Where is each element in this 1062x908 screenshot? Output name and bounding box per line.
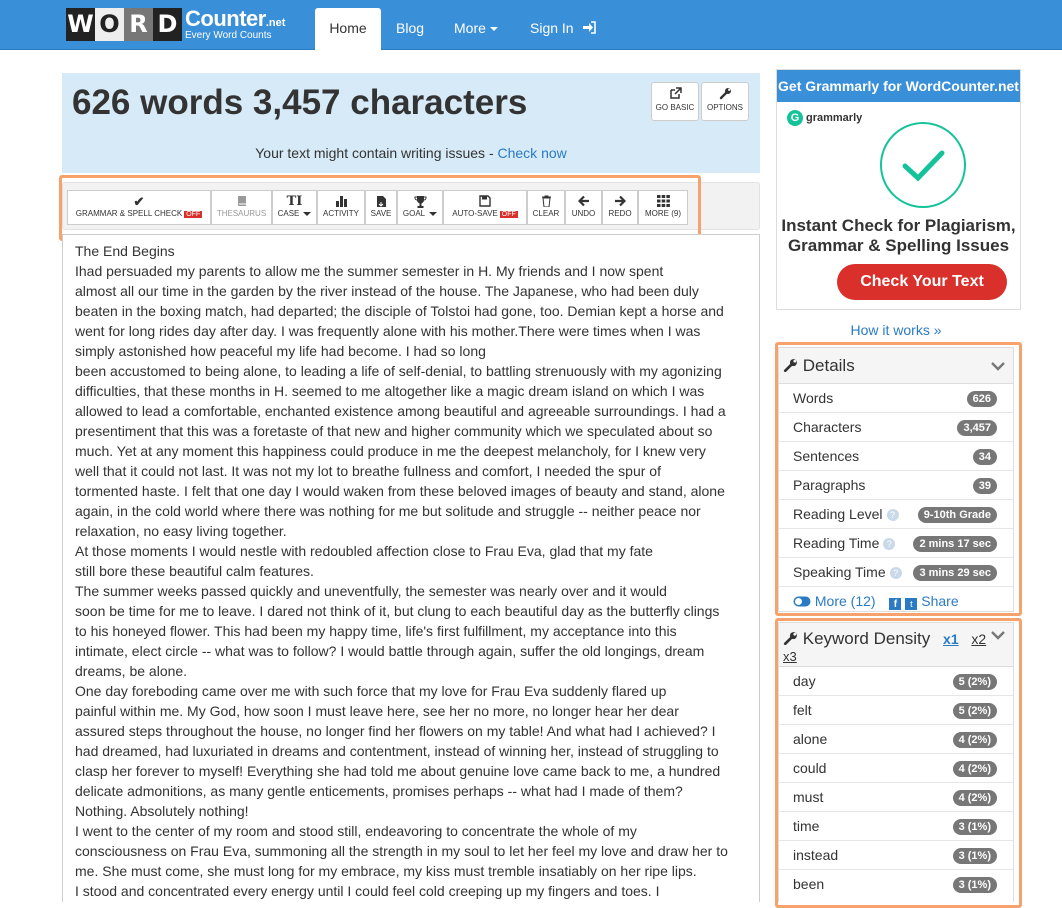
writing-issues-text: Your text might contain writing issues - — [255, 145, 498, 161]
logo-letter: R — [124, 8, 153, 41]
wordcounter-logo[interactable]: W O R D Counter.net Every Word Counts — [66, 8, 285, 41]
text-editor[interactable]: The End Begins Ihad persuaded my parents… — [62, 234, 760, 902]
how-it-works-link[interactable]: How it works » — [776, 322, 1016, 338]
caret-down-icon — [489, 27, 498, 32]
logo-brand-tld: .net — [265, 17, 286, 29]
logo-letter: W — [66, 8, 95, 41]
options-button[interactable]: OPTIONS — [701, 82, 749, 121]
nav-sign-in-label: Sign In — [530, 20, 574, 36]
keyword-density-highlight — [775, 618, 1022, 908]
nav-home[interactable]: Home — [315, 8, 381, 50]
word-count-summary: 626 words 3,457 characters GO BASIC OPTI… — [62, 73, 760, 173]
check-your-text-button[interactable]: Check Your Text — [837, 264, 1007, 300]
go-basic-button[interactable]: GO BASIC — [651, 82, 699, 121]
ad-header[interactable]: Get Grammarly for WordCounter.net — [777, 70, 1020, 102]
logo-brand: Counter.net Every Word Counts — [185, 8, 285, 41]
editor-text[interactable]: The End Begins Ihad persuaded my parents… — [75, 241, 747, 901]
logo-brand-name: Counter — [185, 6, 266, 31]
logo-tagline: Every Word Counts — [185, 30, 272, 41]
toolbar-highlight — [59, 175, 701, 241]
writing-issues-note: Your text might contain writing issues -… — [62, 145, 760, 161]
checkmark-icon — [880, 122, 966, 208]
logo-letter: D — [153, 8, 182, 41]
nav-sign-in[interactable]: Sign In — [530, 0, 597, 50]
external-link-icon — [652, 87, 698, 103]
details-highlight — [775, 342, 1022, 616]
page-title: 626 words 3,457 characters — [72, 83, 528, 122]
grammarly-logo: Ggrammarly — [787, 110, 862, 126]
wrench-icon — [702, 87, 748, 103]
grammarly-g-icon: G — [787, 110, 803, 126]
go-basic-label: GO BASIC — [655, 103, 695, 112]
sign-in-icon — [583, 21, 597, 34]
ad-headline: Instant Check for Plagiarism, Grammar & … — [781, 216, 1016, 255]
top-navbar: W O R D Counter.net Every Word Counts Ho… — [0, 0, 1062, 50]
nav-more-dropdown[interactable]: More — [454, 0, 498, 50]
nav-blog[interactable]: Blog — [396, 0, 424, 50]
grammarly-brand: grammarly — [806, 111, 863, 124]
logo-letter: O — [95, 8, 124, 41]
grammarly-ad[interactable]: Get Grammarly for WordCounter.net Ggramm… — [776, 69, 1021, 310]
nav-more-label: More — [454, 20, 486, 36]
options-label: OPTIONS — [706, 103, 743, 112]
check-now-link[interactable]: Check now — [498, 145, 567, 161]
